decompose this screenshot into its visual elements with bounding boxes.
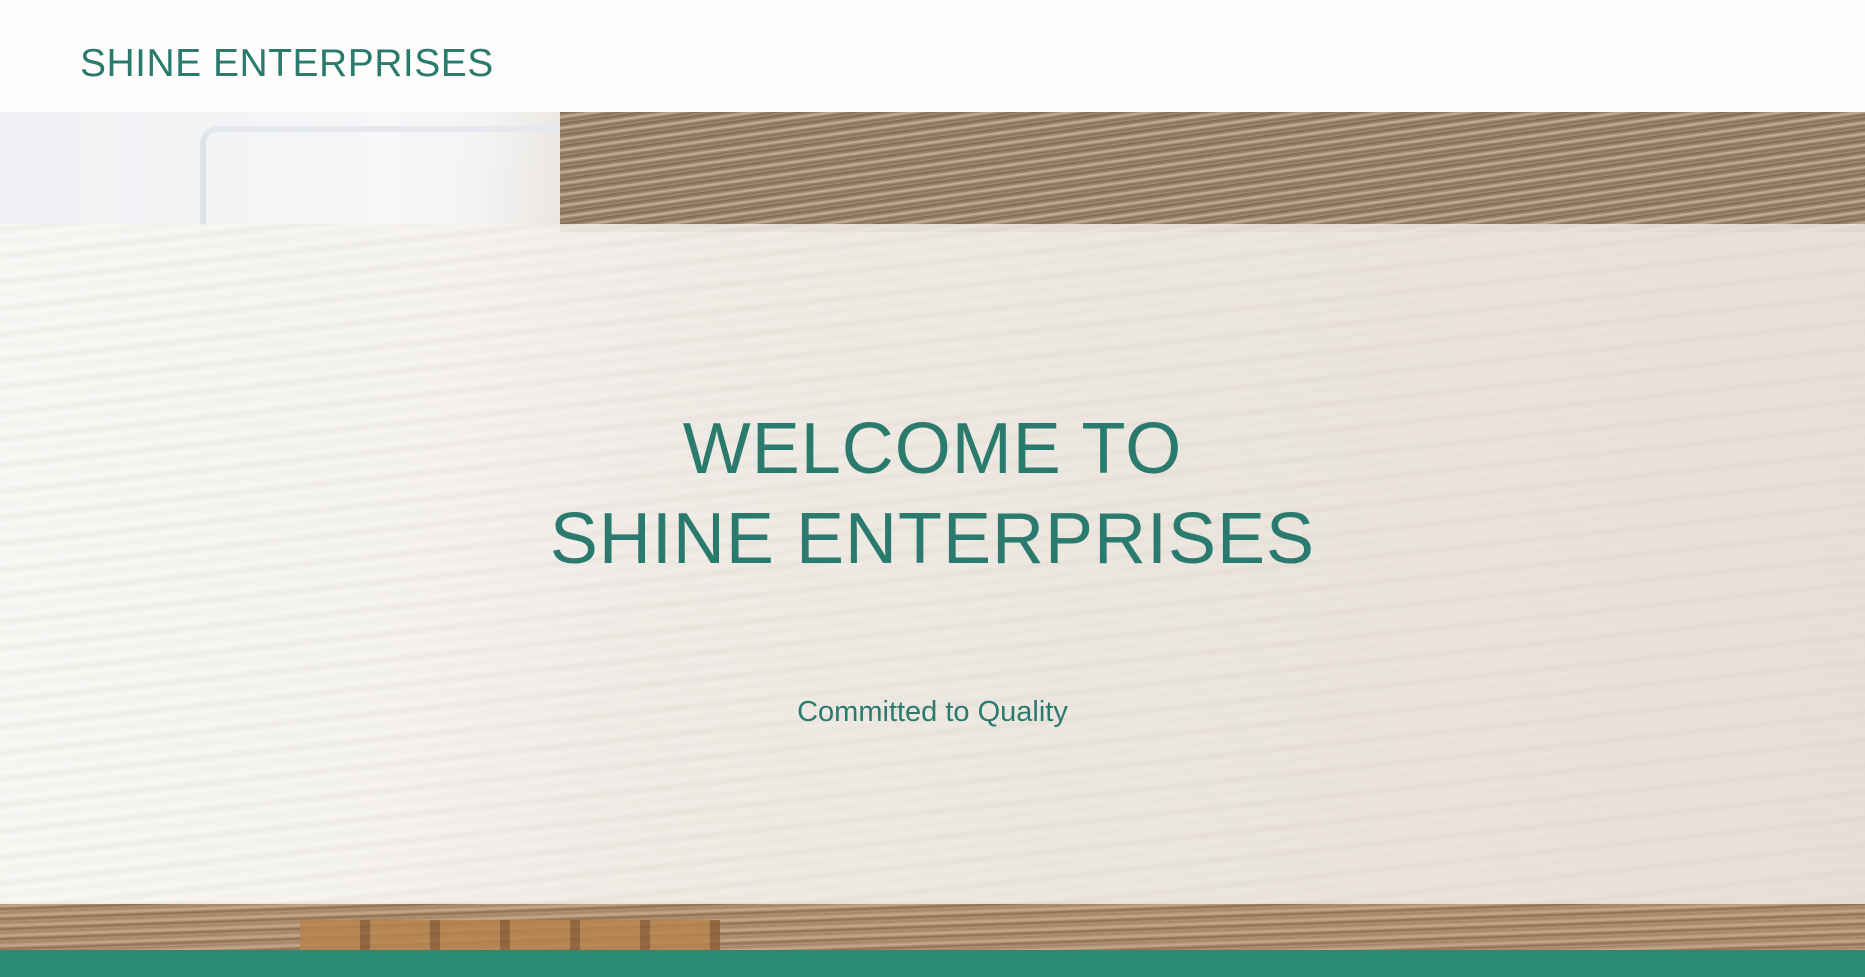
site-logo-text[interactable]: SHINE ENTERPRISES — [80, 42, 494, 86]
hero-background-paper-stack-top — [560, 112, 1865, 232]
hero-title-line-2: SHINE ENTERPRISES — [549, 499, 1316, 580]
hero-title-line-1: WELCOME TO — [682, 409, 1183, 490]
hero-tagline: Committed to Quality — [797, 696, 1068, 728]
site-header: SHINE ENTERPRISES — [0, 0, 1865, 112]
page: SHINE ENTERPRISES WELCOME TO SHINE ENTER… — [0, 0, 1865, 977]
hero-title: WELCOME TO SHINE ENTERPRISES — [0, 404, 1865, 584]
hero-background-window — [0, 112, 640, 232]
hero-background-paper-stack-bottom — [0, 902, 1865, 950]
footer-bar — [0, 950, 1865, 977]
